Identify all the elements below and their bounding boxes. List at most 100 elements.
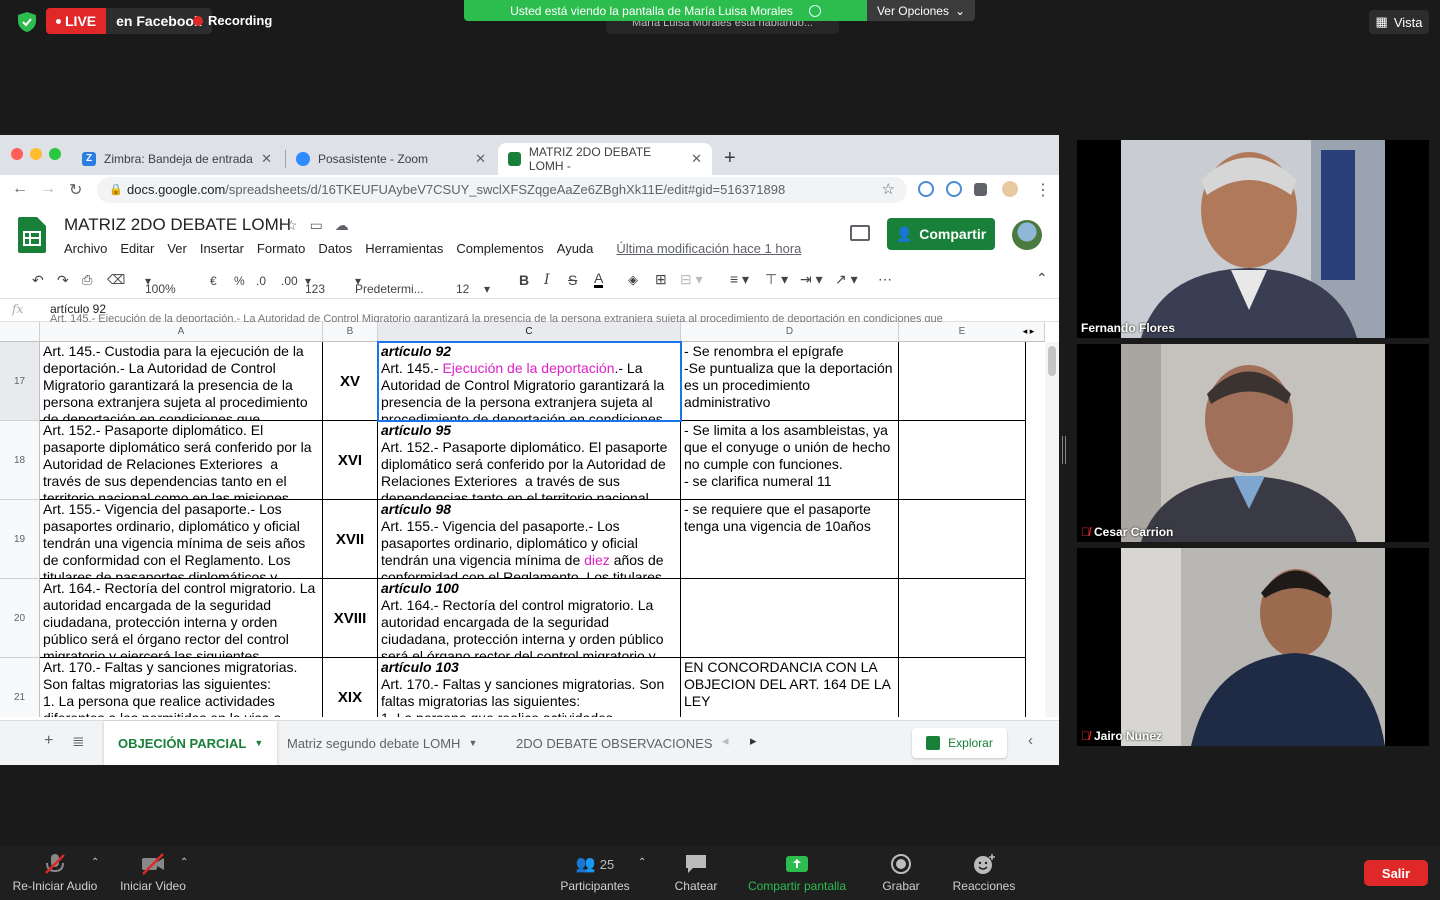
merge-cells-icon[interactable]: ⊟ ▾ bbox=[680, 271, 703, 288]
bookmark-star-icon[interactable]: ☆ bbox=[882, 177, 895, 203]
vertical-scrollbar[interactable] bbox=[1045, 342, 1059, 717]
cell-a20[interactable]: Art. 164.- Rectoría del control migrator… bbox=[40, 579, 323, 658]
menu-formato[interactable]: Formato bbox=[257, 241, 305, 256]
browser-tab-zimbra[interactable]: Z Zimbra: Bandeja de entrada ✕ bbox=[72, 143, 282, 175]
format-select[interactable]: 123 ▾ bbox=[305, 274, 325, 296]
cell-a17[interactable]: Art. 145.- Custodia para la ejecución de… bbox=[40, 342, 323, 421]
new-tab-button[interactable]: + bbox=[724, 147, 736, 170]
move-folder-icon[interactable]: ▭ bbox=[310, 217, 323, 234]
back-icon[interactable]: ← bbox=[12, 180, 28, 198]
bold-icon[interactable]: B bbox=[519, 272, 529, 288]
cell-a19[interactable]: Art. 155.- Vigencia del pasaporte.- Los … bbox=[40, 500, 323, 579]
audio-options-caret[interactable]: ⌃ bbox=[91, 857, 99, 868]
extension-icon[interactable] bbox=[918, 181, 934, 197]
column-header-b[interactable]: B bbox=[323, 322, 378, 342]
text-wrap-icon[interactable]: ⇥ ▾ bbox=[800, 271, 823, 288]
row-header[interactable]: 17 bbox=[0, 342, 40, 421]
share-screen-button[interactable]: Compartir pantalla bbox=[743, 853, 851, 893]
cell-e21[interactable] bbox=[899, 658, 1026, 717]
menu-complementos[interactable]: Complementos bbox=[456, 241, 543, 256]
document-title[interactable]: MATRIZ 2DO DEBATE LOMH bbox=[64, 215, 291, 235]
share-button[interactable]: 👤 Compartir bbox=[887, 218, 995, 250]
recording-indicator[interactable]: Recording bbox=[193, 13, 272, 28]
cell-c20[interactable]: artículo 100 Art. 164.- Rectoría del cont… bbox=[378, 579, 681, 658]
column-header-a[interactable]: A bbox=[40, 322, 323, 342]
row-header[interactable]: 21 bbox=[0, 658, 40, 717]
cell-b18[interactable]: XVI bbox=[323, 421, 378, 500]
formula-bar[interactable]: fx artículo 92 Art. 145.- Ejecución de l… bbox=[0, 298, 1059, 325]
cell-a21[interactable]: Art. 170.- Faltas y sanciones migratoria… bbox=[40, 658, 323, 717]
fill-color-icon[interactable]: ◈ bbox=[628, 272, 638, 288]
column-header-c[interactable]: C bbox=[378, 322, 681, 342]
menu-ayuda[interactable]: Ayuda bbox=[557, 241, 594, 256]
participant-video-fernando[interactable]: Fernando Flores bbox=[1077, 140, 1429, 338]
menu-datos[interactable]: Datos bbox=[318, 241, 352, 256]
cell-d21[interactable]: EN CONCORDANCIA CON LA OBJECION DEL ART.… bbox=[681, 658, 899, 717]
extension-icon[interactable] bbox=[946, 181, 962, 197]
align-horizontal-icon[interactable]: ≡ ▾ bbox=[730, 271, 749, 288]
reload-icon[interactable]: ↻ bbox=[69, 180, 82, 200]
explore-button[interactable]: Explorar bbox=[912, 728, 1007, 758]
increase-decimal-button[interactable]: .00 bbox=[281, 274, 298, 288]
cell-b17[interactable]: XV bbox=[323, 342, 378, 421]
close-tab-icon[interactable]: ✕ bbox=[475, 151, 486, 167]
cell-c21[interactable]: artículo 103 Art. 170.- Faltas y sancione… bbox=[378, 658, 681, 717]
lock-icon[interactable]: 🔒 bbox=[109, 177, 123, 203]
spreadsheet-grid[interactable]: A B C D E ◂ ▸ 17 Art. 145.- Custodia par… bbox=[0, 322, 1059, 717]
sheet-tab-2do-debate-observaciones[interactable]: 2DO DEBATE OBSERVACIONES bbox=[502, 721, 712, 765]
text-color-icon[interactable]: A bbox=[594, 271, 604, 288]
decrease-decimal-button[interactable]: .0 bbox=[256, 274, 266, 288]
menu-archivo[interactable]: Archivo bbox=[64, 241, 107, 256]
more-tools-icon[interactable]: ⋯ bbox=[878, 271, 892, 288]
scroll-left-icon[interactable]: ◂ bbox=[722, 733, 729, 749]
strikethrough-icon[interactable]: S bbox=[568, 272, 577, 288]
row-header[interactable]: 18 bbox=[0, 421, 40, 500]
video-button[interactable]: Iniciar Video bbox=[118, 853, 188, 893]
all-sheets-icon[interactable]: ≣ bbox=[72, 732, 85, 750]
record-button[interactable]: Grabar bbox=[879, 853, 923, 893]
cell-b21[interactable]: XIX bbox=[323, 658, 378, 717]
zoom-select[interactable]: 100% ▾ bbox=[145, 274, 176, 296]
borders-icon[interactable]: ⊞ bbox=[655, 271, 667, 288]
sheets-logo-icon[interactable] bbox=[18, 217, 46, 253]
currency-button[interactable]: € bbox=[210, 274, 217, 288]
cell-d20[interactable] bbox=[681, 579, 899, 658]
view-options-button[interactable]: Ver Opciones ⌄ bbox=[867, 0, 975, 21]
view-button[interactable]: ▦ Vista bbox=[1369, 10, 1429, 34]
last-edit-link[interactable]: Última modificación hace 1 hora bbox=[616, 241, 801, 256]
chat-button[interactable]: Chatear bbox=[672, 853, 720, 893]
cell-e19[interactable] bbox=[899, 500, 1026, 579]
cell-b19[interactable]: XVII bbox=[323, 500, 378, 579]
browser-tab-sheets[interactable]: MATRIZ 2DO DEBATE LOMH - ✕ bbox=[498, 143, 712, 175]
reactions-button[interactable]: Reacciones bbox=[951, 853, 1017, 893]
menu-insertar[interactable]: Insertar bbox=[200, 241, 244, 256]
cell-e20[interactable] bbox=[899, 579, 1026, 658]
browser-tab-zoom[interactable]: Posasistente - Zoom ✕ bbox=[286, 143, 496, 175]
url-field[interactable]: 🔒 docs.google.com/spreadsheets/d/16TKEUF… bbox=[97, 177, 907, 203]
paint-format-icon[interactable]: ⌫ bbox=[107, 272, 125, 288]
cell-d18[interactable]: - Se limita a los asambleistas, ya que e… bbox=[681, 421, 899, 500]
add-sheet-icon[interactable]: + bbox=[44, 732, 53, 750]
align-vertical-icon[interactable]: ⊤ ▾ bbox=[765, 271, 788, 288]
cell-c19[interactable]: artículo 98 Art. 155.- Vigencia del pasap… bbox=[378, 500, 681, 579]
participants-options-caret[interactable]: ⌃ bbox=[638, 857, 646, 868]
participants-button[interactable]: 👥 25 Participantes bbox=[557, 853, 633, 893]
participant-video-jairo[interactable]: 🎙̸ Jairo Nunez bbox=[1077, 548, 1429, 746]
italic-icon[interactable]: I bbox=[544, 272, 550, 288]
cell-d19[interactable]: - se requiere que el pasaporte tenga una… bbox=[681, 500, 899, 579]
column-scroll-arrows[interactable]: ◂ ▸ bbox=[1013, 322, 1045, 342]
close-tab-icon[interactable]: ✕ bbox=[261, 151, 272, 167]
splitter-handle[interactable] bbox=[1062, 436, 1066, 464]
text-rotation-icon[interactable]: ↗ ▾ bbox=[835, 271, 858, 288]
video-options-caret[interactable]: ⌃ bbox=[180, 857, 188, 868]
puzzle-icon[interactable] bbox=[974, 183, 987, 196]
comment-icon[interactable] bbox=[850, 225, 870, 241]
profile-avatar[interactable] bbox=[1002, 181, 1018, 197]
column-header-e[interactable]: E bbox=[899, 322, 1026, 342]
shield-icon[interactable] bbox=[18, 12, 36, 32]
cloud-status-icon[interactable]: ☁ bbox=[335, 217, 349, 234]
close-tab-icon[interactable]: ✕ bbox=[691, 151, 702, 167]
column-header-d[interactable]: D bbox=[681, 322, 899, 342]
minimize-window-button[interactable] bbox=[30, 148, 42, 160]
print-icon[interactable]: ⎙ bbox=[82, 272, 92, 288]
